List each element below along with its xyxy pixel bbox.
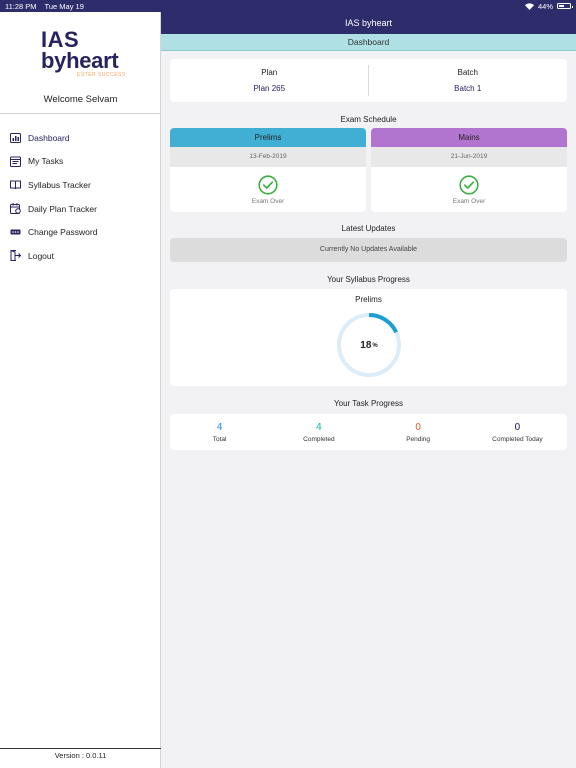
exam-name: Prelims — [170, 128, 366, 147]
exam-status: Exam Over — [452, 198, 486, 205]
sidebar-item-label: Dashboard — [28, 132, 70, 143]
task-progress-card: 4 Total 4 Completed 0 Pending 0 Complete… — [170, 414, 567, 450]
sidebar-item-label: Logout — [28, 250, 54, 261]
version-divider — [0, 748, 161, 749]
exam-date: 13-Feb-2019 — [170, 147, 366, 167]
exam-name: Mains — [371, 128, 567, 147]
plan-column: Plan Plan 265 — [170, 59, 369, 102]
calendar-icon — [9, 203, 21, 215]
sidebar-item-dashboard[interactable]: Dashboard — [0, 126, 161, 150]
sidebar-item-label: Daily Plan Tracker — [28, 203, 97, 214]
breadcrumb: Dashboard — [161, 34, 576, 51]
syllabus-progress-title: Your Syllabus Progress — [327, 275, 410, 284]
task-stat-label: Total — [212, 436, 227, 443]
check-circle-icon — [170, 175, 366, 195]
battery-icon — [557, 3, 573, 9]
sidebar-item-daily-plan-tracker[interactable]: Daily Plan Tracker — [0, 197, 161, 221]
task-stat-value: 4 — [216, 422, 223, 433]
exam-date: 21-Jun-2019 — [371, 147, 567, 167]
sidebar-item-label: Change Password — [28, 227, 98, 238]
sidebar: IAS byheart ESTER SUCCESS Welcome Selvam… — [0, 12, 161, 768]
logo-line2: byheart — [41, 48, 119, 73]
app-logo: IAS byheart ESTER SUCCESS — [41, 29, 131, 89]
plan-card: Plan Plan 265 Batch Batch 1 — [170, 59, 567, 102]
dashboard-icon — [9, 132, 21, 144]
battery-percent: 44% — [537, 1, 553, 11]
task-stat-value: 0 — [415, 422, 422, 433]
exam-card-mains[interactable]: Mains 21-Jun-2019 Exam Over — [371, 128, 567, 212]
plan-label: Plan — [261, 68, 278, 77]
progress-unit: % — [372, 343, 378, 349]
progress-label: Prelims — [355, 295, 382, 304]
task-stat-value: 4 — [315, 422, 322, 433]
sidebar-item-change-password[interactable]: Change Password — [0, 220, 161, 244]
task-stat-value: 0 — [514, 422, 521, 433]
status-time: 11:28 PM — [5, 1, 37, 11]
sidebar-item-syllabus-tracker[interactable]: Syllabus Tracker — [0, 173, 161, 197]
task-stat-completed-today[interactable]: 0 Completed Today — [468, 414, 567, 450]
tasks-icon — [9, 155, 21, 167]
task-progress-title: Your Task Progress — [334, 399, 403, 408]
task-stat-label: Pending — [406, 436, 431, 443]
sidebar-item-label: Syllabus Tracker — [28, 179, 91, 190]
sidebar-divider — [0, 113, 161, 114]
app-header-title: IAS byheart — [161, 12, 576, 34]
logo-tagline: ESTER SUCCESS — [77, 72, 126, 78]
logout-icon — [9, 250, 21, 262]
wifi-icon — [524, 2, 534, 10]
check-circle-icon — [371, 175, 567, 195]
status-bar: 11:28 PM Tue May 19 44% — [0, 0, 576, 12]
syllabus-progress-card[interactable]: Prelims 18% — [170, 289, 567, 386]
exam-schedule-title: Exam Schedule — [340, 115, 397, 124]
book-icon — [9, 179, 21, 191]
exam-status: Exam Over — [251, 198, 285, 205]
version-text: Version : 0.0.11 — [54, 751, 107, 760]
task-stat-label: Completed Today — [492, 436, 543, 443]
progress-value: 18 — [360, 339, 372, 351]
task-stat-completed[interactable]: 4 Completed — [269, 414, 368, 450]
latest-updates-title: Latest Updates — [341, 224, 396, 233]
sidebar-menu: Dashboard My Tasks Syllabus Tracker Dail… — [0, 126, 161, 268]
status-date: Tue May 19 — [44, 1, 84, 11]
sidebar-item-label: My Tasks — [28, 156, 64, 167]
exam-card-prelims[interactable]: Prelims 13-Feb-2019 Exam Over — [170, 128, 366, 212]
task-stat-total[interactable]: 4 Total — [170, 414, 269, 450]
batch-label: Batch — [457, 68, 478, 77]
password-icon — [9, 226, 21, 238]
batch-value: Batch 1 — [454, 84, 482, 93]
batch-column: Batch Batch 1 — [369, 59, 568, 102]
plan-value: Plan 265 — [253, 84, 286, 93]
updates-message: Currently No Updates Available — [170, 238, 567, 262]
sidebar-item-my-tasks[interactable]: My Tasks — [0, 150, 161, 174]
progress-percent: 18% — [336, 312, 402, 378]
welcome-text: Welcome Selvam — [43, 94, 118, 105]
task-stat-pending[interactable]: 0 Pending — [369, 414, 468, 450]
sidebar-item-logout[interactable]: Logout — [0, 244, 161, 268]
task-stat-label: Completed — [303, 436, 335, 443]
